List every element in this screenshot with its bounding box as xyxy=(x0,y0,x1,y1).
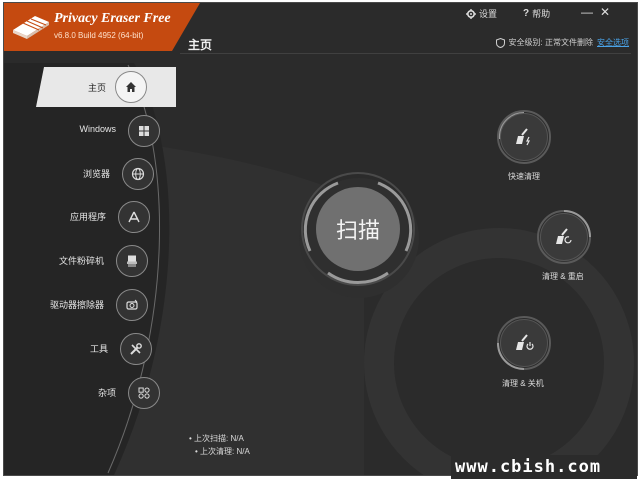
watermark-text: www.cbish.com xyxy=(455,457,602,477)
quick-clean-label: 快速清理 xyxy=(508,172,540,181)
sidebar-item-label: 主页 xyxy=(88,83,107,93)
sidebar-item-label: 应用程序 xyxy=(69,212,106,222)
apps-icon xyxy=(118,201,150,233)
last-scan-info: • 上次扫描: N/A xyxy=(189,433,244,444)
clean-shutdown-label: 清理 & 关机 xyxy=(502,379,544,388)
sidebar-item-applications[interactable]: 应用程序 xyxy=(24,201,150,233)
broom-restart-icon xyxy=(540,213,588,261)
site-watermark: www.cbish.com xyxy=(451,455,637,479)
app-window: Privacy Eraser Free v6.8.0 Build 4952 (6… xyxy=(3,2,638,476)
bullet-icon: • xyxy=(195,447,198,456)
quick-clean-button[interactable] xyxy=(496,109,552,165)
sidebar-item-home[interactable]: 主页 xyxy=(36,67,176,107)
globe-icon xyxy=(122,158,154,190)
sidebar-item-browser[interactable]: 浏览器 xyxy=(34,158,154,190)
clean-restart-button[interactable] xyxy=(536,209,592,265)
scan-button[interactable]: 扫描 xyxy=(316,187,400,271)
clean-restart-label: 清理 & 重启 xyxy=(542,272,584,281)
sidebar-item-label: 文件粉碎机 xyxy=(58,256,104,266)
tools-icon xyxy=(120,333,152,365)
last-clean-label: 上次清理: xyxy=(200,447,235,456)
sidebar-item-tools[interactable]: 工具 xyxy=(34,333,152,365)
misc-icon xyxy=(128,377,160,409)
sidebar-item-file-shredder[interactable]: 文件粉碎机 xyxy=(24,245,148,277)
broom-power-icon xyxy=(500,319,548,367)
sidebar-item-misc[interactable]: 杂项 xyxy=(44,377,160,409)
scan-area: 扫描 xyxy=(298,169,418,289)
home-icon xyxy=(115,71,147,103)
clean-shutdown-button[interactable] xyxy=(496,315,552,371)
sidebar-item-label: 浏览器 xyxy=(82,169,110,179)
shredder-icon xyxy=(116,245,148,277)
sidebar-item-label: 驱动器擦除器 xyxy=(49,300,104,310)
sidebar-item-drive-wiper[interactable]: 驱动器擦除器 xyxy=(18,289,148,321)
bullet-icon: • xyxy=(189,434,192,443)
broom-lightning-icon xyxy=(500,113,548,161)
drive-wiper-icon xyxy=(116,289,148,321)
last-clean-value: N/A xyxy=(236,447,250,456)
last-clean-info: • 上次清理: N/A xyxy=(195,446,250,457)
sidebar-item-label: 工具 xyxy=(89,344,108,354)
last-scan-label: 上次扫描: xyxy=(194,434,229,443)
windows-icon xyxy=(128,115,160,147)
sidebar-item-label: 杂项 xyxy=(97,388,116,398)
sidebar-item-label: Windows xyxy=(79,124,116,134)
last-scan-value: N/A xyxy=(230,434,244,443)
sidebar-item-windows[interactable]: Windows xyxy=(44,115,160,147)
